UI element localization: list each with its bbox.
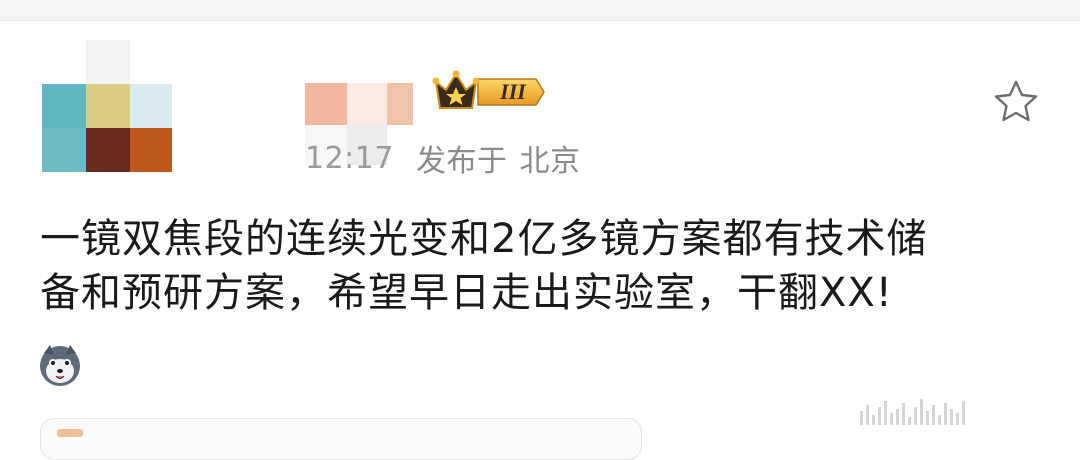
husky-dog-emoji-icon — [40, 345, 80, 386]
location: 北京 — [519, 144, 581, 179]
post-text-line-1: 一镜双焦段的连续光变和2亿多镜方案都有技术储 — [40, 216, 928, 262]
post-text: 一镜双焦段的连续光变和2亿多镜方案都有技术储 备和预研方案，希望早日走出实验室，… — [40, 212, 1040, 320]
top-band — [0, 0, 1080, 21]
post-meta: 12:17 发布于 北京 — [305, 136, 580, 180]
favorite-button[interactable] — [990, 76, 1042, 128]
post-time: 12:17 — [305, 140, 394, 176]
watermark-mark — [860, 385, 1060, 425]
avatar[interactable] — [42, 40, 172, 172]
quoted-card[interactable] — [40, 418, 642, 460]
star-outline-icon — [994, 80, 1038, 122]
card-thumbnail — [57, 429, 83, 437]
published-label: 发布于 — [415, 144, 508, 179]
post-text-line-2: 备和预研方案，希望早日走出实验室，干翻XX! — [40, 270, 893, 316]
level-badge-text: III — [500, 79, 526, 104]
